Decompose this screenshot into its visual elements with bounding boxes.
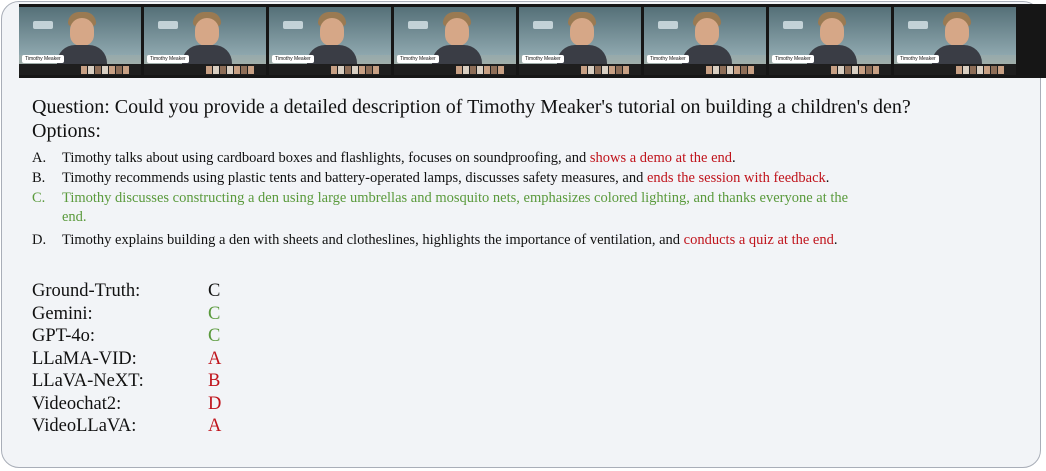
option-letter: C. xyxy=(32,190,46,206)
video-frame: Timothy Meaker xyxy=(269,7,391,75)
frame-name-tag: Timothy Meaker xyxy=(272,55,314,63)
option-text: Timothy talks about using cardboard boxe… xyxy=(62,150,590,166)
video-frame: Timothy Meaker xyxy=(519,7,641,75)
option-tail: . xyxy=(825,170,830,186)
frame-name-tag: Timothy Meaker xyxy=(897,55,939,63)
video-frame: Timothy Meaker xyxy=(394,7,516,75)
video-frame: Timothy Meaker xyxy=(644,7,766,75)
model-name: LLaVA-NeXT: xyxy=(32,371,144,391)
option-wrong-highlight: conducts a quiz at the end xyxy=(683,232,834,248)
question-text: Question: Could you provide a detailed d… xyxy=(32,96,911,118)
model-name: GPT-4o: xyxy=(32,326,96,346)
model-answer: C xyxy=(208,281,221,301)
options-heading: Options: xyxy=(32,120,101,142)
model-name: Gemini: xyxy=(32,303,93,324)
model-answer: D xyxy=(208,393,222,414)
model-name: VideoLLaVA: xyxy=(32,416,137,436)
video-frame: Timothy Meaker xyxy=(769,7,891,75)
frame-name-tag: Timothy Meaker xyxy=(772,55,814,63)
option-wrong-highlight: shows a demo at the end xyxy=(589,150,733,166)
model-answer: A xyxy=(208,416,222,436)
option-tail: . xyxy=(732,150,736,166)
option-text: Timothy explains building a den with she… xyxy=(62,232,684,248)
model-name: Ground-Truth: xyxy=(32,281,141,301)
option-letter: A. xyxy=(32,150,47,166)
frame-name-tag: Timothy Meaker xyxy=(647,55,689,63)
video-frame: Timothy Meaker xyxy=(19,7,141,75)
model-answer: C xyxy=(208,303,221,324)
model-name: Videochat2: xyxy=(32,393,122,414)
model-answer: B xyxy=(208,371,221,391)
video-frame: Timothy Meaker xyxy=(144,7,266,75)
model-answer: A xyxy=(208,348,222,369)
option-text-line2: end. xyxy=(62,209,87,225)
frame-name-tag: Timothy Meaker xyxy=(22,55,64,63)
frame-name-tag: Timothy Meaker xyxy=(522,55,564,63)
video-frame-strip: Timothy Meaker Timothy Meaker Timothy Me… xyxy=(19,4,1046,78)
model-name: LLaMA-VID: xyxy=(32,348,137,369)
frame-name-tag: Timothy Meaker xyxy=(397,55,439,63)
frame-name-tag: Timothy Meaker xyxy=(147,55,189,63)
option-wrong-highlight: ends the session with feedback xyxy=(646,170,826,186)
video-frame: Timothy Meaker xyxy=(894,7,1016,75)
option-text-line1: Timothy discusses constructing a den usi… xyxy=(62,190,849,206)
model-answer: C xyxy=(208,326,221,346)
option-letter: B. xyxy=(32,170,46,186)
option-tail: . xyxy=(833,232,838,248)
option-letter: D. xyxy=(32,232,47,248)
option-text: Timothy recommends using plastic tents a… xyxy=(62,170,647,186)
